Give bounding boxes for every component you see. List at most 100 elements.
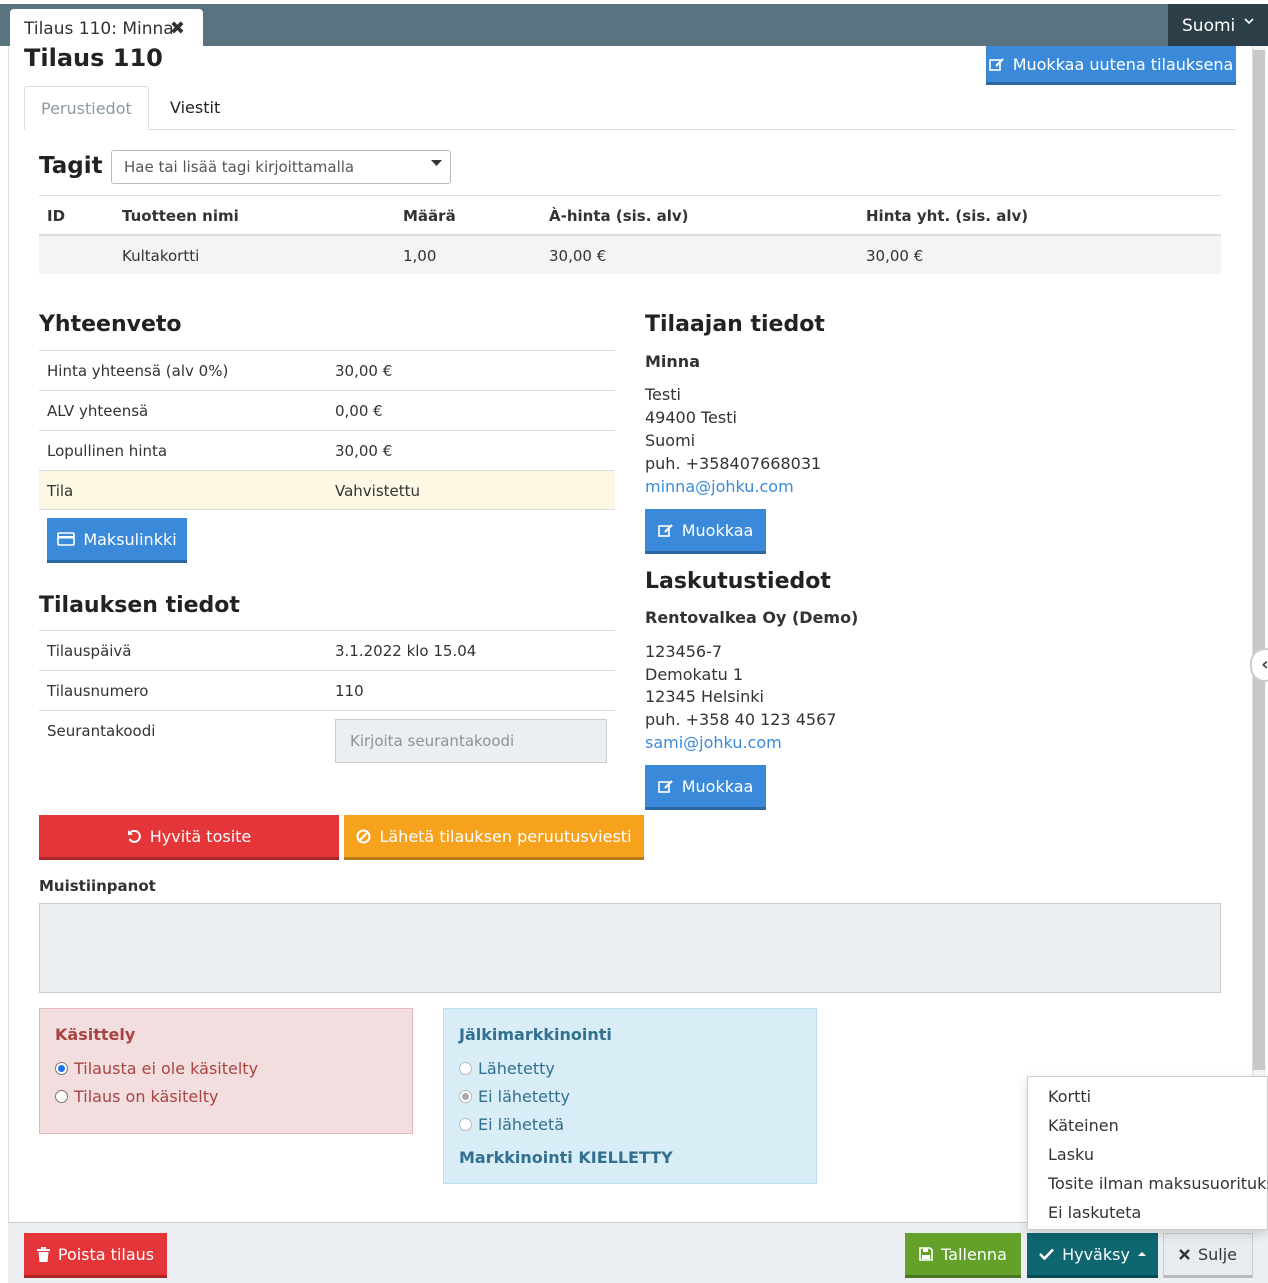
summary-value: 30,00 € xyxy=(335,362,393,380)
processing-option-processed[interactable]: Tilaus on käsitelty xyxy=(55,1082,397,1110)
processing-option-not-processed[interactable]: Tilausta ei ole käsitelty xyxy=(55,1054,397,1082)
tab-bar: Perustiedot Viestit xyxy=(24,86,1236,130)
close-label: Sulje xyxy=(1197,1245,1238,1264)
column-header: Määrä xyxy=(403,207,456,225)
tracking-code-input[interactable]: Kirjoita seurantakoodi xyxy=(335,719,607,763)
billing-email-link[interactable]: sami@johku.com xyxy=(645,733,782,752)
radio-label: Lähetetty xyxy=(478,1058,555,1078)
radio-unchecked-icon[interactable] xyxy=(55,1089,68,1103)
radio-label: Tilaus on käsitelty xyxy=(74,1086,219,1106)
send-cancellation-message-button[interactable]: Lähetä tilauksen peruutusviesti xyxy=(344,815,644,860)
edit-billing-label: Muokkaa xyxy=(681,776,754,796)
billing-business-id: 123456-7 xyxy=(645,642,723,661)
radio-label: Ei lähetetä xyxy=(478,1114,565,1134)
scrollbar-thumb[interactable] xyxy=(1253,50,1265,1070)
approve-dropdown-button[interactable]: Hyväksy xyxy=(1027,1233,1158,1278)
menu-item-card[interactable]: Kortti xyxy=(1028,1083,1267,1112)
menu-item-no-invoice[interactable]: Ei laskuteta xyxy=(1028,1199,1267,1228)
radio-label: Tilausta ei ole käsitelty xyxy=(74,1058,259,1078)
summary-label: Lopullinen hinta xyxy=(47,442,168,460)
customer-title: Tilaajan tiedot xyxy=(645,312,825,337)
refund-receipt-button[interactable]: Hyvitä tosite xyxy=(39,815,339,860)
remarketing-box: Jälkimarkkinointi Lähetetty Ei lähetetty… xyxy=(443,1008,817,1184)
language-label: Suomi xyxy=(1182,16,1236,36)
save-label: Tallenna xyxy=(941,1244,1007,1264)
caret-up-icon xyxy=(1137,1251,1146,1257)
column-header: Hinta yht. (sis. alv) xyxy=(866,207,1029,225)
close-button[interactable]: Sulje xyxy=(1163,1233,1253,1278)
customer-name: Minna xyxy=(645,352,700,371)
page-title: Tilaus 110 xyxy=(24,44,163,72)
table-row: ALV yhteensä 0,00 € xyxy=(39,390,615,430)
order-window-tab[interactable]: Tilaus 110: Minna ✖ xyxy=(10,9,203,46)
status-row: Tila Vahvistettu xyxy=(39,470,615,510)
delete-order-button[interactable]: Poista tilaus xyxy=(24,1233,167,1278)
radio-disabled-checked-icon xyxy=(459,1089,472,1103)
billing-title: Laskutustiedot xyxy=(645,569,831,594)
table-row: Hinta yhteensä (alv 0%) 30,00 € xyxy=(39,350,615,390)
billing-name: Rentovalkea Oy (Demo) xyxy=(645,608,859,627)
customer-address-line: Testi xyxy=(645,385,681,404)
remarketing-option-sent: Lähetetty xyxy=(459,1054,801,1082)
remarketing-title: Jälkimarkkinointi xyxy=(459,1025,612,1044)
radio-disabled-icon xyxy=(459,1117,472,1131)
tab-basic-info[interactable]: Perustiedot xyxy=(24,86,149,130)
menu-item-cash[interactable]: Käteinen xyxy=(1028,1112,1267,1141)
edit-icon xyxy=(657,779,674,794)
edit-icon xyxy=(657,523,674,538)
chevron-down-icon xyxy=(1244,16,1254,26)
table-row: Tilausnumero 110 xyxy=(39,670,615,710)
tags-placeholder: Hae tai lisää tagi kirjoittamalla xyxy=(124,158,355,176)
summary-label: ALV yhteensä xyxy=(47,402,149,420)
notes-label: Muistiinpanot xyxy=(39,877,156,895)
table-header-row: ID Tuotteen nimi Määrä À-hinta (sis. alv… xyxy=(39,196,1221,236)
summary-label: Hinta yhteensä (alv 0%) xyxy=(47,362,229,380)
language-selector[interactable]: Suomi xyxy=(1168,4,1268,46)
billing-phone: puh. +358 40 123 4567 xyxy=(645,710,837,729)
tracking-code-placeholder: Kirjoita seurantakoodi xyxy=(350,732,515,750)
order-number-value: 110 xyxy=(335,682,364,700)
edit-customer-label: Muokkaa xyxy=(681,520,754,540)
save-button[interactable]: Tallenna xyxy=(905,1233,1021,1278)
menu-item-invoice[interactable]: Lasku xyxy=(1028,1141,1267,1170)
ban-icon xyxy=(356,829,371,844)
approve-payment-menu: Kortti Käteinen Lasku Tosite ilman maksu… xyxy=(1027,1076,1268,1230)
summary-title: Yhteenveto xyxy=(39,312,182,337)
check-icon xyxy=(1039,1248,1055,1260)
menu-item-receipt-without-payment[interactable]: Tosite ilman maksusuorituksia xyxy=(1028,1170,1268,1199)
tab-messages[interactable]: Viestit xyxy=(154,86,236,130)
customer-email-link[interactable]: minna@johku.com xyxy=(645,477,794,496)
summary-label: Tila xyxy=(47,482,74,500)
edit-billing-button[interactable]: Muokkaa xyxy=(645,765,766,810)
edit-customer-button[interactable]: Muokkaa xyxy=(645,509,766,554)
summary-value: 30,00 € xyxy=(335,442,393,460)
marketing-status: Markkinointi KIELLETTY xyxy=(459,1148,673,1167)
caret-down-icon xyxy=(431,159,442,167)
tags-select[interactable]: Hae tai lisää tagi kirjoittamalla xyxy=(111,150,451,184)
radio-disabled-icon xyxy=(459,1061,472,1075)
customer-address-line: Suomi xyxy=(645,431,696,450)
summary-value: 0,00 € xyxy=(335,402,383,420)
notes-textarea[interactable] xyxy=(39,903,1221,993)
status-value: Vahvistettu xyxy=(335,482,421,500)
product-unit-price: 30,00 € xyxy=(549,247,607,265)
trash-icon xyxy=(36,1246,50,1262)
radio-label: Ei lähetetty xyxy=(478,1086,571,1106)
credit-card-icon xyxy=(57,532,76,546)
table-row: Kultakortti 1,00 30,00 € 30,00 € xyxy=(39,236,1221,274)
payment-link-button[interactable]: Maksulinkki xyxy=(47,518,187,563)
order-date-value: 3.1.2022 klo 15.04 xyxy=(335,642,477,660)
processing-box: Käsittely Tilausta ei ole käsitelty Tila… xyxy=(39,1008,413,1134)
products-table: ID Tuotteen nimi Määrä À-hinta (sis. alv… xyxy=(39,195,1221,274)
column-header: À-hinta (sis. alv) xyxy=(549,207,689,225)
billing-address-line: Demokatu 1 xyxy=(645,665,744,684)
edit-as-new-order-label: Muokkaa uutena tilauksena xyxy=(1012,54,1234,74)
undo-icon xyxy=(127,829,142,844)
billing-address-line: 12345 Helsinki xyxy=(645,687,764,706)
order-info-label: Seurantakoodi xyxy=(47,722,156,740)
radio-checked-icon[interactable] xyxy=(55,1061,68,1075)
close-icon xyxy=(1179,1249,1190,1260)
edit-as-new-order-button[interactable]: Muokkaa uutena tilauksena xyxy=(986,46,1236,85)
close-tab-icon[interactable]: ✖ xyxy=(170,18,185,39)
refund-receipt-label: Hyvitä tosite xyxy=(149,826,252,846)
